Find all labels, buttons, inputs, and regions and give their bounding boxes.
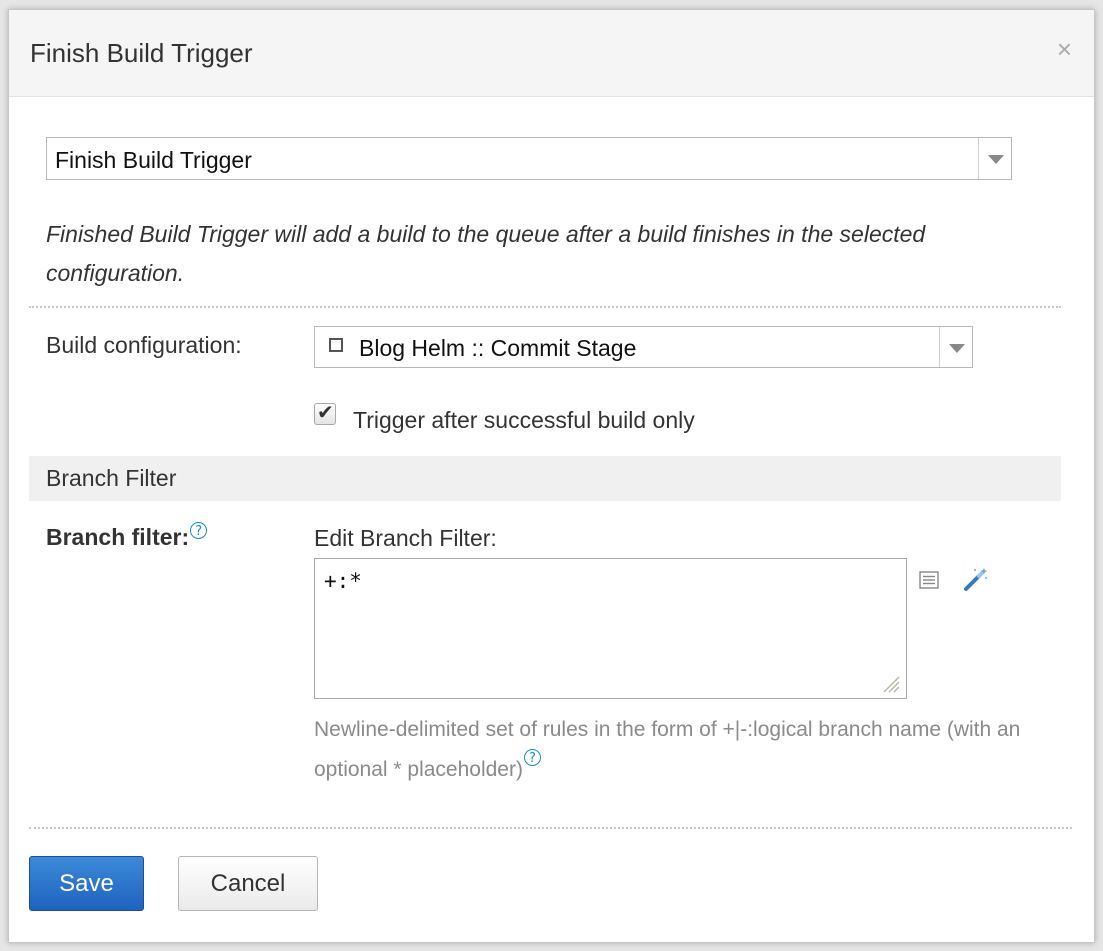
build-configuration-select[interactable]: Blog Helm :: Commit Stage — [314, 326, 973, 368]
successful-only-checkbox[interactable]: ✔ — [314, 402, 336, 425]
branch-filter-hint: Newline-delimited set of rules in the fo… — [314, 710, 1034, 790]
dialog-title: Finish Build Trigger — [30, 38, 253, 68]
branch-filter-textarea[interactable]: +:* — [314, 558, 907, 699]
branch-filter-value: +:* — [324, 569, 362, 593]
finish-build-trigger-dialog: Finish Build Trigger × Finish Build Trig… — [8, 9, 1095, 943]
triangle-down-icon — [988, 155, 1004, 164]
save-button[interactable]: Save — [29, 856, 144, 911]
square-icon — [329, 338, 343, 352]
help-icon[interactable]: ? — [190, 522, 208, 539]
branch-filter-label-text: Branch filter: — [46, 524, 190, 550]
trigger-type-select[interactable]: Finish Build Trigger — [46, 137, 1012, 180]
edit-branch-filter-label: Edit Branch Filter: — [314, 525, 497, 551]
trigger-type-value: Finish Build Trigger — [55, 147, 252, 173]
checkmark-icon: ✔ — [317, 402, 334, 424]
close-icon[interactable]: × — [1057, 36, 1072, 62]
branch-filter-section-header: Branch Filter — [29, 456, 1061, 501]
trigger-type-dropdown-button[interactable] — [978, 138, 1011, 179]
resize-grip-icon[interactable] — [880, 673, 900, 693]
build-configuration-value: Blog Helm :: Commit Stage — [359, 335, 637, 361]
branch-filter-hint-text: Newline-delimited set of rules in the fo… — [314, 718, 1021, 781]
branch-filter-label: Branch filter:? — [46, 522, 208, 551]
list-icon[interactable] — [919, 571, 939, 589]
build-configuration-dropdown-button[interactable] — [939, 327, 972, 367]
triangle-down-icon — [949, 344, 965, 353]
magic-wand-icon[interactable] — [963, 566, 989, 592]
section-title: Branch Filter — [46, 465, 177, 491]
help-icon[interactable]: ? — [523, 749, 541, 766]
dialog-header: Finish Build Trigger × — [9, 10, 1094, 97]
cancel-button[interactable]: Cancel — [178, 856, 318, 911]
trigger-description: Finished Build Trigger will add a build … — [46, 221, 926, 286]
build-configuration-label: Build configuration: — [46, 332, 242, 358]
successful-only-label[interactable]: Trigger after successful build only — [353, 407, 695, 434]
divider — [29, 306, 1061, 308]
divider — [29, 827, 1072, 829]
